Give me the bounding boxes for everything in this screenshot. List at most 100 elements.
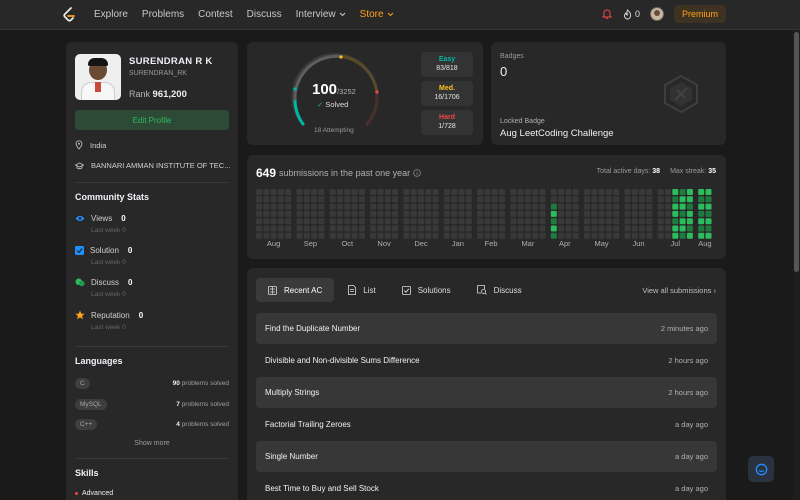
heatmap-cell[interactable] — [646, 232, 653, 239]
heatmap-cell[interactable] — [499, 218, 505, 225]
table-row[interactable]: Factorial Trailing Zeroes a day ago — [256, 409, 717, 440]
heatmap-cell[interactable] — [532, 189, 539, 195]
heatmap-cell[interactable] — [377, 218, 384, 225]
heatmap-cell[interactable] — [392, 218, 399, 225]
heatmap-cell[interactable] — [465, 203, 472, 210]
heatmap-cell[interactable] — [277, 196, 284, 203]
nav-discuss[interactable]: Discuss — [247, 9, 282, 20]
heatmap-cell[interactable] — [425, 203, 432, 210]
heatmap-cell[interactable] — [686, 218, 693, 225]
heatmap-cell[interactable] — [370, 225, 377, 232]
heatmap-cell[interactable] — [263, 210, 270, 217]
heatmap-cell[interactable] — [679, 218, 686, 225]
nav-problems[interactable]: Problems — [142, 9, 184, 20]
heatmap-cell[interactable] — [686, 210, 693, 217]
heatmap-cell[interactable] — [465, 210, 472, 217]
heatmap-cell[interactable] — [491, 232, 498, 239]
heatmap-cell[interactable] — [458, 203, 465, 210]
tab-solutions[interactable]: Solutions — [390, 278, 463, 302]
heatmap-cell[interactable] — [418, 232, 424, 239]
heatmap-cell[interactable] — [613, 218, 620, 225]
heatmap-cell[interactable] — [377, 225, 384, 232]
heatmap-cell[interactable] — [303, 218, 310, 225]
heatmap-cell[interactable] — [499, 232, 505, 239]
heatmap-cell[interactable] — [550, 210, 557, 217]
heatmap-cell[interactable] — [631, 203, 638, 210]
heatmap-cell[interactable] — [591, 232, 598, 239]
heatmap-cell[interactable] — [484, 196, 491, 203]
heatmap-cell[interactable] — [263, 196, 270, 203]
heatmap-cell[interactable] — [296, 203, 303, 210]
heatmap-cell[interactable] — [532, 225, 539, 232]
heatmap-cell[interactable] — [679, 189, 686, 195]
heatmap-cell[interactable] — [443, 203, 450, 210]
heatmap-cell[interactable] — [351, 218, 358, 225]
heatmap-cell[interactable] — [624, 210, 631, 217]
table-row[interactable]: Single Number a day ago — [256, 441, 717, 472]
heatmap-cell[interactable] — [584, 189, 590, 195]
heatmap-cell[interactable] — [558, 218, 565, 225]
heatmap-cell[interactable] — [550, 203, 557, 210]
heatmap-cell[interactable] — [565, 196, 572, 203]
heatmap-cell[interactable] — [524, 203, 531, 210]
heatmap-cell[interactable] — [311, 225, 318, 232]
heatmap-cell[interactable] — [270, 210, 277, 217]
heatmap-cell[interactable] — [337, 189, 343, 195]
heatmap-cell[interactable] — [410, 210, 417, 217]
heatmap-cell[interactable] — [631, 196, 638, 203]
heatmap-cell[interactable] — [418, 189, 424, 195]
heatmap-cell[interactable] — [384, 203, 391, 210]
heatmap-cell[interactable] — [672, 218, 679, 225]
heatmap-cell[interactable] — [392, 203, 399, 210]
heatmap-cell[interactable] — [410, 218, 417, 225]
heatmap-cell[interactable] — [318, 225, 325, 232]
heatmap-cell[interactable] — [329, 225, 336, 232]
heatmap-cell[interactable] — [705, 203, 712, 210]
heatmap-cell[interactable] — [510, 218, 517, 225]
heatmap-cell[interactable] — [679, 210, 686, 217]
nav-store[interactable]: Store — [360, 9, 394, 20]
heatmap-cell[interactable] — [458, 189, 465, 195]
heatmap-cell[interactable] — [591, 218, 598, 225]
heatmap-cell[interactable] — [392, 189, 399, 195]
heatmap-cell[interactable] — [270, 232, 277, 239]
heatmap-cell[interactable] — [565, 203, 572, 210]
heatmap-cell[interactable] — [451, 210, 458, 217]
heatmap-cell[interactable] — [432, 210, 439, 217]
heatmap-cell[interactable] — [631, 189, 638, 195]
heatmap-cell[interactable] — [705, 218, 712, 225]
heatmap-cell[interactable] — [524, 225, 531, 232]
heatmap-cell[interactable] — [657, 232, 664, 239]
heatmap-cell[interactable] — [524, 218, 531, 225]
heatmap-cell[interactable] — [403, 232, 410, 239]
heatmap-cell[interactable] — [403, 225, 410, 232]
heatmap-cell[interactable] — [672, 196, 679, 203]
heatmap-cell[interactable] — [318, 218, 325, 225]
heatmap-cell[interactable] — [311, 196, 318, 203]
heatmap-cell[interactable] — [285, 232, 292, 239]
heatmap-cell[interactable] — [524, 189, 531, 195]
table-row[interactable]: Multiply Strings 2 hours ago — [256, 377, 717, 408]
heatmap-cell[interactable] — [477, 210, 484, 217]
heatmap-cell[interactable] — [458, 218, 465, 225]
heatmap-cell[interactable] — [665, 210, 671, 217]
heatmap-cell[interactable] — [539, 210, 546, 217]
heatmap-cell[interactable] — [510, 196, 517, 203]
heatmap-cell[interactable] — [351, 189, 358, 195]
locked-badge-icon[interactable] — [661, 74, 701, 114]
heatmap-cell[interactable] — [631, 218, 638, 225]
heatmap-cell[interactable] — [665, 225, 671, 232]
heatmap-cell[interactable] — [550, 232, 557, 239]
heatmap-cell[interactable] — [484, 225, 491, 232]
heatmap-cell[interactable] — [584, 225, 590, 232]
heatmap-cell[interactable] — [631, 232, 638, 239]
heatmap-cell[interactable] — [285, 196, 292, 203]
heatmap-cell[interactable] — [256, 203, 262, 210]
heatmap-cell[interactable] — [443, 196, 450, 203]
heatmap-cell[interactable] — [524, 232, 531, 239]
heatmap-cell[interactable] — [572, 218, 579, 225]
tab-list[interactable]: List — [336, 278, 387, 302]
heatmap-cell[interactable] — [351, 225, 358, 232]
heatmap-cell[interactable] — [532, 196, 539, 203]
heatmap-cell[interactable] — [705, 232, 712, 239]
